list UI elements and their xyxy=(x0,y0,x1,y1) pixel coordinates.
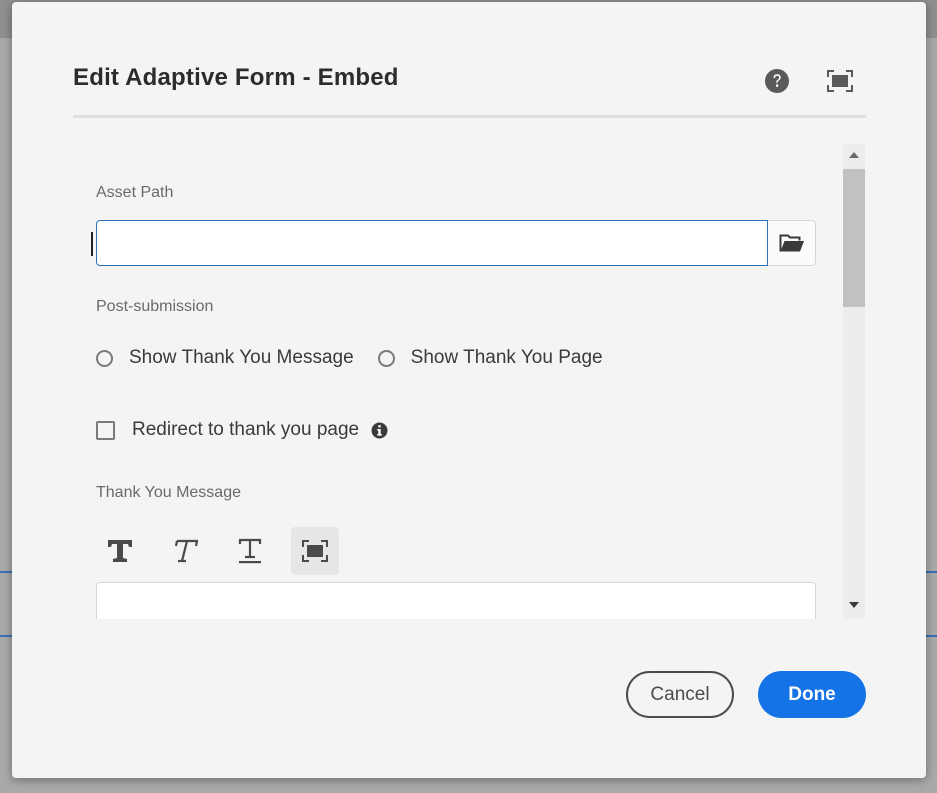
post-submission-options: Show Thank You Message Show Thank You Pa… xyxy=(96,347,627,369)
asset-path-label: Asset Path xyxy=(96,184,174,201)
content-scrollbar[interactable] xyxy=(843,144,865,619)
radio-label: Show Thank You Message xyxy=(129,347,354,368)
thank-you-message-label: Thank You Message xyxy=(96,484,241,501)
radio-show-thank-you-message[interactable]: Show Thank You Message xyxy=(96,347,354,369)
radio-indicator[interactable] xyxy=(377,349,395,367)
cancel-button[interactable]: Cancel xyxy=(626,671,734,718)
triangle-down-icon xyxy=(849,602,859,608)
backdrop-divider xyxy=(0,635,12,637)
title-divider xyxy=(73,115,866,118)
redirect-option: Redirect to thank you page xyxy=(96,419,388,441)
radio-indicator[interactable] xyxy=(96,349,113,367)
backdrop-divider xyxy=(0,571,12,573)
italic-icon xyxy=(174,539,198,563)
folder-open-icon xyxy=(779,234,804,252)
scroll-thumb[interactable] xyxy=(843,169,865,307)
bold-icon xyxy=(108,540,132,562)
underline-button[interactable] xyxy=(226,527,274,575)
info-icon[interactable] xyxy=(371,422,388,439)
editor-fullscreen-button[interactable] xyxy=(291,527,339,575)
scroll-down-button[interactable] xyxy=(843,594,865,616)
redirect-label[interactable]: Redirect to thank you page xyxy=(132,419,359,441)
backdrop-divider xyxy=(926,635,937,637)
fullscreen-icon xyxy=(827,70,853,92)
scroll-up-button[interactable] xyxy=(843,144,865,166)
text-cursor xyxy=(91,232,93,256)
bold-button[interactable] xyxy=(96,527,144,575)
help-button[interactable] xyxy=(760,64,794,98)
thank-you-message-editor[interactable] xyxy=(96,582,816,619)
rich-text-toolbar xyxy=(96,527,356,575)
radio-label: Show Thank You Page xyxy=(410,347,603,368)
browse-asset-button[interactable] xyxy=(768,220,816,266)
italic-button[interactable] xyxy=(161,527,209,575)
backdrop-divider xyxy=(926,571,937,573)
fullscreen-button[interactable] xyxy=(823,64,857,98)
fullscreen-icon xyxy=(302,540,328,562)
dialog-content: Asset Path Post-submission Show Thank Yo… xyxy=(73,144,866,619)
triangle-up-icon xyxy=(849,152,859,158)
post-submission-label: Post-submission xyxy=(96,298,214,315)
edit-dialog: Edit Adaptive Form - Embed Asset Path Po… xyxy=(12,2,926,778)
redirect-checkbox[interactable] xyxy=(96,420,115,440)
done-button[interactable]: Done xyxy=(758,671,866,718)
asset-path-input[interactable] xyxy=(96,220,768,266)
dialog-title: Edit Adaptive Form - Embed xyxy=(73,64,399,91)
underline-icon xyxy=(238,538,262,564)
radio-show-thank-you-page[interactable]: Show Thank You Page xyxy=(377,347,603,369)
help-circle-icon xyxy=(765,69,789,93)
